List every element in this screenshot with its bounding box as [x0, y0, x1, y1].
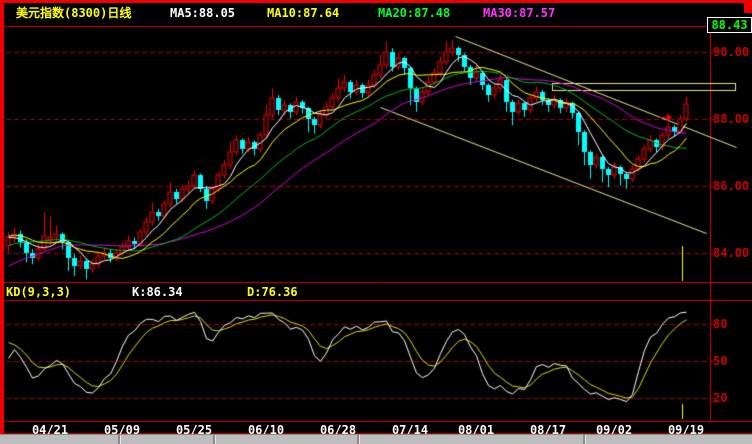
scrollbar-divider[interactable]: [118, 435, 121, 444]
scrollbar-divider[interactable]: [583, 435, 586, 444]
ma20-value-label: MA20:87.48: [378, 6, 451, 20]
price-axis-label-86: 86.00: [713, 179, 750, 193]
kd-axis-label-50: 50: [713, 354, 728, 368]
window-top-border: [0, 0, 752, 3]
scrollbar-divider[interactable]: [357, 435, 360, 444]
kd-axis-label-80: 80: [713, 317, 728, 331]
chart-canvas[interactable]: [0, 0, 752, 444]
kd-d-value-label: D:76.36: [247, 285, 298, 299]
kd-indicator-label: KD(9,3,3): [6, 285, 72, 299]
kd-axis-label-20: 20: [713, 391, 728, 405]
price-axis-label-84: 84.00: [713, 246, 750, 260]
chart-title: 美元指数(8300)日线: [16, 6, 132, 20]
price-axis-label-90: 90.00: [713, 45, 750, 59]
window-left-border: [0, 0, 4, 434]
ma10-value-label: MA10:87.64: [267, 6, 340, 20]
scrollbar-divider[interactable]: [213, 435, 216, 444]
price-axis-label-88: 88.00: [713, 112, 750, 126]
ma30-value-label: MA30:87.57: [483, 6, 556, 20]
last-price-badge: 88.43: [707, 17, 752, 33]
ma5-value-label: MA5:88.05: [170, 6, 236, 20]
window-top-right-border: [744, 0, 752, 13]
stock-chart-window: 美元指数(8300)日线 MA5:88.05 MA10:87.64 MA20:8…: [0, 0, 752, 444]
horizontal-scrollbar[interactable]: [0, 434, 752, 444]
kd-k-value-label: K:86.34: [132, 285, 183, 299]
